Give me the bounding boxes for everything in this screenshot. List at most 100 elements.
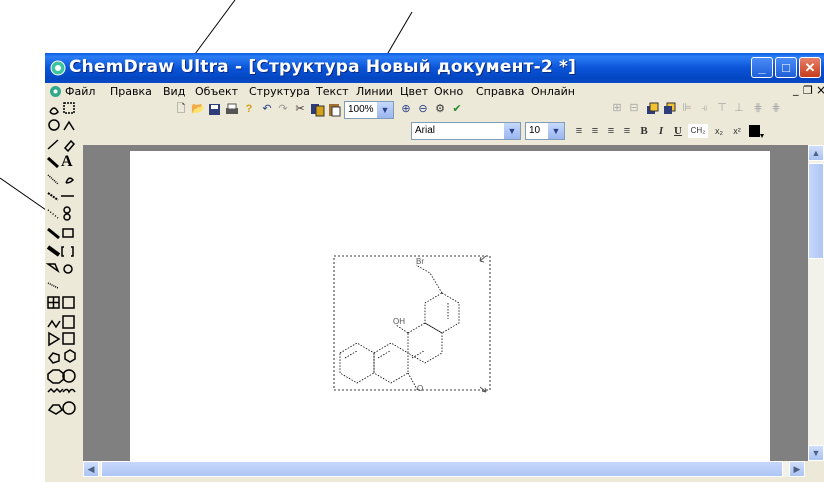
menu-lines[interactable]: Линии xyxy=(356,85,393,98)
menu-edit[interactable]: Правка xyxy=(110,85,152,98)
superscript-button[interactable]: x² xyxy=(730,124,744,138)
menu-structure[interactable]: Структура xyxy=(249,85,310,98)
close-button[interactable]: ✕ xyxy=(799,57,821,78)
chemdraw-logo-icon xyxy=(50,60,66,76)
hexagon-icon xyxy=(64,349,76,363)
template-icon xyxy=(62,296,75,309)
send-back-icon[interactable] xyxy=(663,102,676,115)
bold-bond-icon xyxy=(47,227,60,240)
benzene-icon xyxy=(62,401,76,415)
rotate-icon xyxy=(48,119,60,131)
zoom-select[interactable]: 100% ▼ xyxy=(344,101,394,119)
print-icon[interactable] xyxy=(225,103,239,116)
align-top-icon[interactable]: ⊤ xyxy=(715,101,729,115)
show-info-icon[interactable]: ⚙ xyxy=(433,102,447,116)
vertical-scroll-thumb[interactable] xyxy=(808,163,824,259)
font-dropdown-icon[interactable]: ▼ xyxy=(504,123,520,139)
redo-icon[interactable]: ↷ xyxy=(276,102,290,116)
menu-object[interactable]: Объект xyxy=(195,85,238,98)
cyclopentane-icon xyxy=(47,404,64,415)
bromine-label: Br xyxy=(416,257,424,266)
scroll-up-icon[interactable]: ▲ xyxy=(808,145,824,161)
tool-palette: A xyxy=(45,100,78,482)
zoom-out-icon[interactable]: ⊖ xyxy=(416,102,430,116)
size-select[interactable]: 10 ▼ xyxy=(525,122,565,140)
molecule-structure[interactable]: Br OH O xyxy=(130,151,770,461)
lasso-icon xyxy=(49,107,59,115)
chemdraw-window: ChemDraw Ultra - [Структура Новый докуме… xyxy=(45,53,824,482)
align-bottom-icon[interactable]: ⊥ xyxy=(732,101,746,115)
thick-bond-icon xyxy=(46,245,61,257)
bold-button[interactable]: B xyxy=(637,124,651,138)
align-left-icon[interactable]: ⊫ xyxy=(680,101,694,115)
underline-button[interactable]: U xyxy=(671,124,685,138)
scroll-right-icon[interactable]: ▶ xyxy=(789,461,805,477)
zoom-dropdown-icon[interactable]: ▼ xyxy=(377,102,393,118)
oxygen-label: O xyxy=(417,384,423,393)
align-right-text-icon[interactable]: ≡ xyxy=(604,124,618,138)
marquee-icon xyxy=(63,102,75,114)
align-right-icon[interactable]: ⫣ xyxy=(697,101,711,115)
align-icon[interactable]: ⊞ xyxy=(610,101,624,115)
undo-icon[interactable]: ↶ xyxy=(260,102,274,116)
minimize-button[interactable]: _ xyxy=(751,57,773,78)
center-v-icon[interactable]: ⋕ xyxy=(769,101,783,115)
menu-view[interactable]: Вид xyxy=(163,85,185,98)
align-center-text-icon[interactable]: ≡ xyxy=(588,124,602,138)
hashed-bond-icon xyxy=(47,174,59,185)
mass-fragment-icon xyxy=(63,120,75,131)
save-icon[interactable] xyxy=(208,103,221,116)
octagon-icon xyxy=(62,369,76,383)
drawing-canvas[interactable]: Br OH O xyxy=(130,151,770,461)
size-dropdown-icon[interactable]: ▼ xyxy=(548,123,564,139)
wavy-bond-icon xyxy=(47,209,59,219)
doc-restore-button[interactable]: ❐ xyxy=(803,84,813,97)
justify-text-icon[interactable]: ≡ xyxy=(620,124,634,138)
new-document-icon[interactable]: 🗋 xyxy=(174,102,188,116)
cut-icon[interactable]: ✂ xyxy=(293,102,307,116)
title-bar[interactable]: ChemDraw Ultra - [Структура Новый докуме… xyxy=(45,53,824,83)
align-left-text-icon[interactable]: ≡ xyxy=(572,124,586,138)
selection-box xyxy=(333,255,491,391)
center-h-icon[interactable]: ⋕ xyxy=(751,101,765,115)
maximize-button[interactable]: □ xyxy=(775,57,797,78)
bring-front-icon[interactable] xyxy=(646,102,659,115)
window-title: ChemDraw Ultra - [Структура Новый докуме… xyxy=(69,57,577,77)
doc-minimize-button[interactable]: _ xyxy=(793,83,799,96)
horizontal-scroll-thumb[interactable] xyxy=(101,461,783,477)
menu-file[interactable]: Файл xyxy=(65,85,95,98)
menu-online[interactable]: Онлайн xyxy=(531,85,575,98)
brackets-icon xyxy=(61,246,74,257)
tool-palette-icons: A xyxy=(45,102,76,415)
rotate-handle-icon xyxy=(479,386,487,393)
menu-text[interactable]: Текст xyxy=(316,85,349,98)
menu-color[interactable]: Цвет xyxy=(400,85,428,98)
font-value: Arial xyxy=(415,125,436,136)
copy-icon[interactable] xyxy=(310,102,325,117)
document-icon xyxy=(50,86,61,97)
open-folder-icon[interactable]: 📂 xyxy=(191,102,205,116)
subscript-button[interactable]: x₂ xyxy=(712,124,726,138)
help-icon[interactable]: ? xyxy=(242,102,256,116)
distribute-icon[interactable]: ⊟ xyxy=(627,101,641,115)
check-structure-icon[interactable]: ✔ xyxy=(450,102,464,116)
query-icon xyxy=(62,315,75,329)
menu-window[interactable]: Окно xyxy=(434,85,463,98)
text-color-icon[interactable] xyxy=(748,124,764,140)
font-select[interactable]: Arial ▼ xyxy=(411,122,521,140)
formula-button[interactable]: CH₂ xyxy=(688,124,708,138)
dashed-bond-icon xyxy=(47,282,59,289)
hydroxyl-label: OH xyxy=(393,317,405,326)
zoom-value: 100% xyxy=(348,104,374,115)
doc-close-button[interactable]: × xyxy=(816,83,824,97)
scroll-left-icon[interactable]: ◀ xyxy=(83,461,99,477)
text-toolbar: Arial ▼ 10 ▼ ≡ ≡ ≡ ≡ B I U CH₂ x₂ x² xyxy=(411,122,821,142)
scroll-down-icon[interactable]: ▼ xyxy=(808,445,824,461)
paste-icon[interactable] xyxy=(327,102,342,117)
menu-help[interactable]: Справка xyxy=(476,85,524,98)
italic-button[interactable]: I xyxy=(654,124,668,138)
horizontal-scrollbar[interactable]: ◀ ▶ xyxy=(83,461,805,477)
vertical-scrollbar[interactable]: ▲ ▼ xyxy=(808,145,824,461)
drawing-workspace: Br OH O xyxy=(83,145,821,461)
zoom-in-icon[interactable]: ⊕ xyxy=(399,102,413,116)
